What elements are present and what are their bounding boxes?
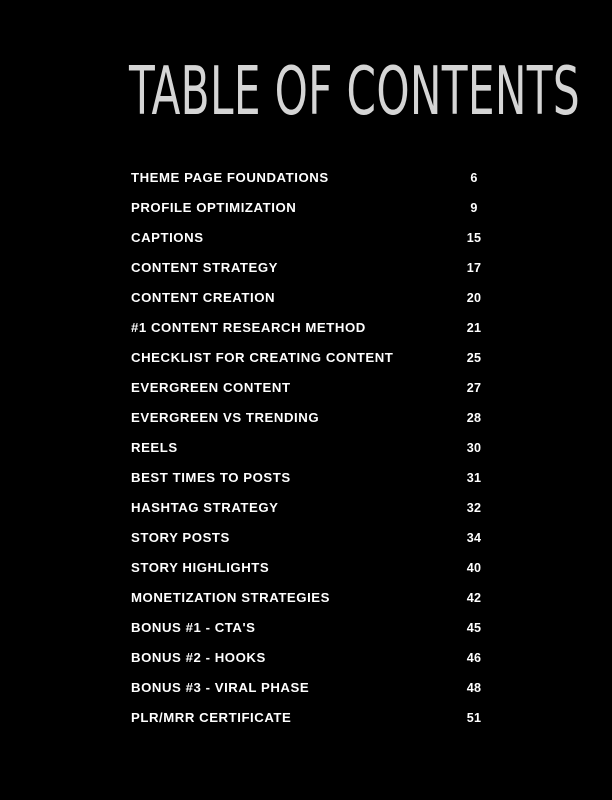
toc-entry[interactable]: BONUS #2 - HOOKS 46 (0, 643, 612, 673)
toc-entry-page: 40 (466, 561, 482, 575)
toc-entry[interactable]: HASHTAG STRATEGY 32 (0, 493, 612, 523)
toc-entry-label: BONUS #2 - HOOKS (131, 650, 266, 665)
toc-entry-page: 6 (470, 171, 478, 185)
toc-entry-label: HASHTAG STRATEGY (131, 500, 279, 515)
toc-entry-label: EVERGREEN VS TRENDING (131, 410, 320, 425)
toc-entry[interactable]: CHECKLIST FOR CREATING CONTENT 25 (0, 343, 612, 373)
toc-entry[interactable]: #1 CONTENT RESEARCH METHOD 21 (0, 313, 612, 343)
table-of-contents-list: THEME PAGE FOUNDATIONS 6 PROFILE OPTIMIZ… (0, 163, 612, 733)
toc-entry-page: 28 (466, 411, 482, 425)
table-of-contents-page: TABLE OF CONTENTS THEME PAGE FOUNDATIONS… (0, 0, 612, 800)
toc-entry[interactable]: CAPTIONS 15 (0, 223, 612, 253)
toc-entry-page: 17 (466, 261, 482, 275)
toc-entry[interactable]: BONUS #3 - VIRAL PHASE 48 (0, 673, 612, 703)
toc-entry-label: CHECKLIST FOR CREATING CONTENT (131, 350, 394, 365)
toc-entry-page: 48 (466, 681, 482, 695)
toc-entry-label: BEST TIMES TO POSTS (131, 470, 291, 485)
page-title: TABLE OF CONTENTS (129, 52, 581, 130)
toc-entry[interactable]: THEME PAGE FOUNDATIONS 6 (0, 163, 612, 193)
toc-entry-label: PLR/MRR CERTIFICATE (131, 710, 292, 725)
toc-entry-label: EVERGREEN CONTENT (131, 380, 291, 395)
toc-entry-label: REELS (131, 440, 178, 455)
toc-entry[interactable]: EVERGREEN CONTENT 27 (0, 373, 612, 403)
toc-entry[interactable]: PROFILE OPTIMIZATION 9 (0, 193, 612, 223)
toc-entry-label: CONTENT STRATEGY (131, 260, 279, 275)
toc-entry-page: 15 (466, 231, 482, 245)
toc-entry-page: 21 (466, 321, 482, 335)
toc-entry-label: STORY HIGHLIGHTS (131, 560, 270, 575)
toc-entry-label: CAPTIONS (131, 230, 204, 245)
toc-entry-label: #1 CONTENT RESEARCH METHOD (131, 320, 366, 335)
toc-entry-label: STORY POSTS (131, 530, 230, 545)
toc-entry-label: CONTENT CREATION (131, 290, 276, 305)
toc-entry-page: 42 (466, 591, 482, 605)
toc-entry[interactable]: CONTENT STRATEGY 17 (0, 253, 612, 283)
toc-entry[interactable]: REELS 30 (0, 433, 612, 463)
toc-entry[interactable]: EVERGREEN VS TRENDING 28 (0, 403, 612, 433)
toc-entry-page: 25 (466, 351, 482, 365)
toc-entry-page: 9 (470, 201, 478, 215)
toc-entry-page: 46 (466, 651, 482, 665)
toc-entry[interactable]: BONUS #1 - CTA'S 45 (0, 613, 612, 643)
toc-entry-page: 45 (466, 621, 482, 635)
toc-entry[interactable]: BEST TIMES TO POSTS 31 (0, 463, 612, 493)
toc-entry[interactable]: STORY POSTS 34 (0, 523, 612, 553)
toc-entry[interactable]: PLR/MRR CERTIFICATE 51 (0, 703, 612, 733)
toc-entry-label: MONETIZATION STRATEGIES (131, 590, 330, 605)
toc-entry-page: 20 (466, 291, 482, 305)
toc-entry[interactable]: CONTENT CREATION 20 (0, 283, 612, 313)
toc-entry-label: THEME PAGE FOUNDATIONS (131, 170, 329, 185)
toc-entry-page: 32 (466, 501, 482, 515)
toc-entry-label: BONUS #1 - CTA'S (131, 620, 256, 635)
toc-entry-page: 34 (466, 531, 482, 545)
toc-entry-label: PROFILE OPTIMIZATION (131, 200, 297, 215)
toc-entry-page: 27 (466, 381, 482, 395)
toc-entry-page: 30 (466, 441, 482, 455)
toc-entry[interactable]: STORY HIGHLIGHTS 40 (0, 553, 612, 583)
toc-entry-page: 31 (466, 471, 482, 485)
toc-entry[interactable]: MONETIZATION STRATEGIES 42 (0, 583, 612, 613)
toc-entry-label: BONUS #3 - VIRAL PHASE (131, 680, 310, 695)
toc-entry-page: 51 (466, 711, 482, 725)
